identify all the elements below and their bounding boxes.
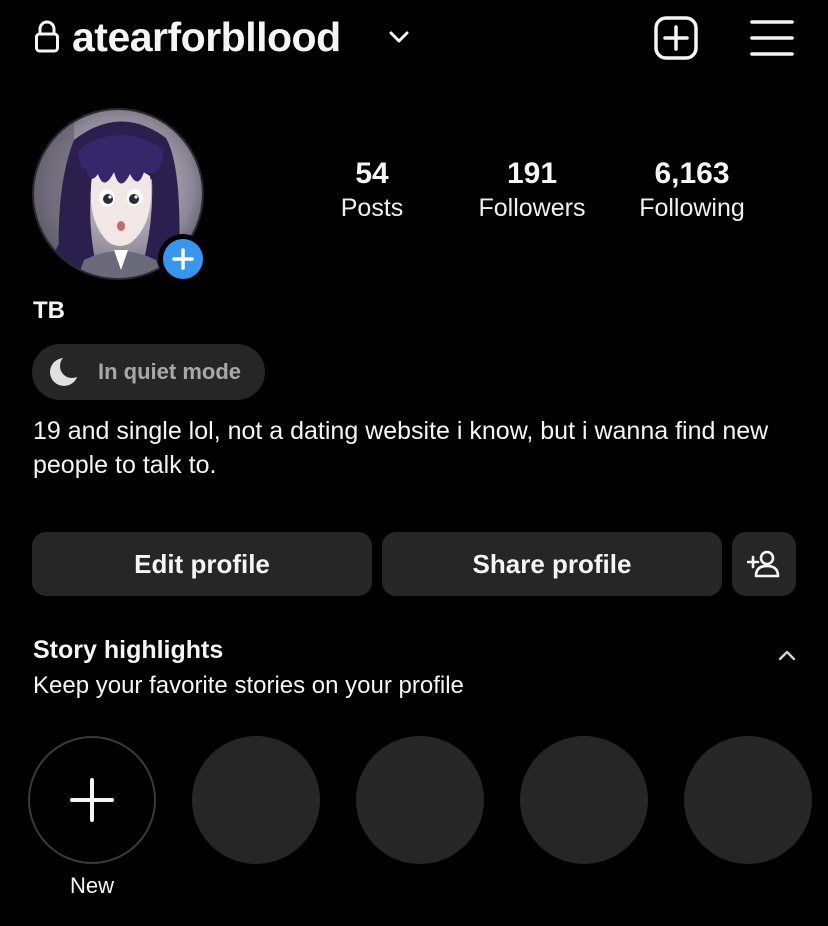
display-name: TB [33, 297, 65, 324]
quiet-mode-pill[interactable]: In quiet mode [32, 344, 265, 400]
stat-posts-label: Posts [340, 194, 404, 222]
highlights-title: Story highlights [33, 636, 224, 664]
add-person-icon [747, 550, 780, 578]
share-profile-label: Share profile [472, 548, 632, 579]
stat-followers[interactable]: 191 Followers [462, 156, 602, 224]
plus-square-icon[interactable] [652, 14, 700, 62]
profile-header: atearforbllood [0, 0, 828, 80]
highlight-placeholder [520, 736, 648, 864]
share-profile-button[interactable]: Share profile [382, 532, 722, 596]
stat-following[interactable]: 6,163 Following [622, 156, 762, 224]
highlights-subtitle: Keep your favorite stories on your profi… [33, 672, 464, 699]
stat-following-label: Following [639, 194, 745, 222]
username[interactable]: atearforbllood [72, 12, 341, 62]
lock-icon [35, 20, 59, 53]
edit-profile-label: Edit profile [134, 548, 270, 579]
highlight-placeholder [356, 736, 484, 864]
new-highlight-button[interactable] [28, 736, 156, 864]
plus-icon [172, 248, 194, 270]
moon-icon [50, 356, 80, 386]
new-highlight-label: New [69, 873, 114, 898]
stat-following-value: 6,163 [654, 157, 730, 190]
chevron-down-icon[interactable] [386, 24, 412, 50]
discover-people-button[interactable] [732, 532, 796, 596]
hamburger-menu-icon[interactable] [748, 16, 796, 60]
profile-bio: 19 and single lol, not a dating website … [33, 417, 769, 479]
profile-avatar-wrap[interactable] [32, 108, 208, 284]
plus-icon [70, 778, 114, 822]
stat-followers-value: 191 [506, 157, 558, 190]
quiet-mode-label: In quiet mode [98, 359, 241, 384]
add-story-button[interactable] [158, 234, 208, 284]
stat-posts[interactable]: 54 Posts [322, 156, 422, 224]
stat-posts-value: 54 [355, 157, 389, 190]
edit-profile-button[interactable]: Edit profile [32, 532, 372, 596]
stat-followers-label: Followers [478, 194, 586, 222]
highlight-placeholder [192, 736, 320, 864]
chevron-up-icon[interactable] [776, 644, 798, 666]
highlight-placeholder [684, 736, 812, 864]
